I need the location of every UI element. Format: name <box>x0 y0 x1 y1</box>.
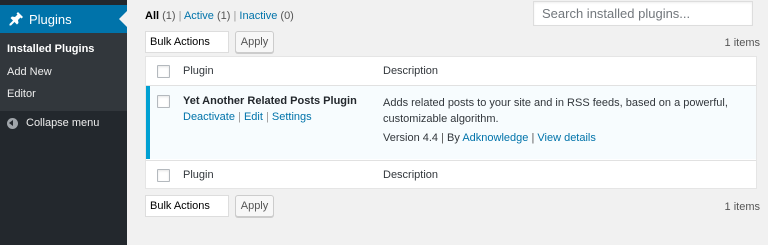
filter-separator: | <box>178 10 182 22</box>
action-separator: | <box>238 111 241 123</box>
search-plugins-input[interactable] <box>533 1 753 26</box>
filter-all[interactable]: All <box>145 10 159 22</box>
bulk-actions-select-top[interactable]: Bulk Actions <box>145 31 229 53</box>
action-separator: | <box>266 111 269 123</box>
settings-link[interactable]: Settings <box>272 111 312 123</box>
select-all-checkbox-footer[interactable] <box>157 169 170 182</box>
plugin-version: Version 4.4 <box>383 132 439 144</box>
column-plugin-footer[interactable]: Plugin <box>183 169 214 181</box>
view-details-link[interactable]: View details <box>537 132 596 144</box>
status-filters: All (1) | Active (1) | Inactive (0) <box>145 10 294 22</box>
meta-separator: | <box>441 132 444 144</box>
items-count-top: 1 items <box>724 37 760 49</box>
admin-sidebar: Plugins Installed Plugins Add New Editor… <box>0 0 127 245</box>
plugin-row-actions: Deactivate | Edit | Settings <box>183 111 312 123</box>
meta-separator: | <box>531 132 535 144</box>
plugin-icon <box>8 11 24 27</box>
filter-inactive-count: (0) <box>280 10 294 22</box>
collapse-menu-label: Collapse menu <box>26 117 100 129</box>
current-menu-arrow <box>119 11 127 27</box>
submenu-installed-plugins[interactable]: Installed Plugins <box>7 43 94 55</box>
column-description-footer: Description <box>383 169 439 181</box>
table-footer-row: Plugin Description <box>146 160 756 189</box>
apply-button-top[interactable]: Apply <box>235 31 274 53</box>
plugin-name: Yet Another Related Posts Plugin <box>183 95 357 107</box>
filter-active-count: (1) <box>216 10 231 22</box>
column-description-header: Description <box>383 65 439 77</box>
plugins-table: Plugin Description Yet Another Related P… <box>145 56 757 189</box>
deactivate-link[interactable]: Deactivate <box>183 111 235 123</box>
select-all-checkbox[interactable] <box>157 65 170 78</box>
items-count-bottom: 1 items <box>724 201 760 213</box>
apply-button-bottom[interactable]: Apply <box>235 195 274 217</box>
filter-active[interactable]: Active <box>184 10 214 22</box>
plugin-meta: Version 4.4 | By Adknowledge | View deta… <box>383 132 596 144</box>
submenu-add-new[interactable]: Add New <box>7 66 52 78</box>
plugin-checkbox[interactable] <box>157 95 170 108</box>
menu-item-plugins[interactable]: Plugins <box>0 5 127 33</box>
plugin-description: Adds related posts to your site and in R… <box>383 97 728 125</box>
filter-all-count: (1) <box>162 10 176 22</box>
plugins-submenu: Installed Plugins Add New Editor <box>0 33 127 111</box>
submenu-editor[interactable]: Editor <box>7 88 36 100</box>
table-row: Yet Another Related Posts Plugin Deactiv… <box>146 86 756 159</box>
collapse-menu-button[interactable]: Collapse menu <box>7 117 99 129</box>
table-header-row: Plugin Description <box>146 57 756 86</box>
column-plugin-header[interactable]: Plugin <box>183 65 214 77</box>
bulk-actions-select-bottom[interactable]: Bulk Actions <box>145 195 229 217</box>
author-link[interactable]: Adknowledge <box>462 132 528 144</box>
plugin-by-label: By <box>447 132 460 144</box>
collapse-arrow-icon <box>7 117 18 129</box>
filter-separator: | <box>233 10 237 22</box>
menu-label-plugins: Plugins <box>29 12 72 27</box>
edit-link[interactable]: Edit <box>244 111 263 123</box>
filter-inactive[interactable]: Inactive <box>239 10 277 22</box>
